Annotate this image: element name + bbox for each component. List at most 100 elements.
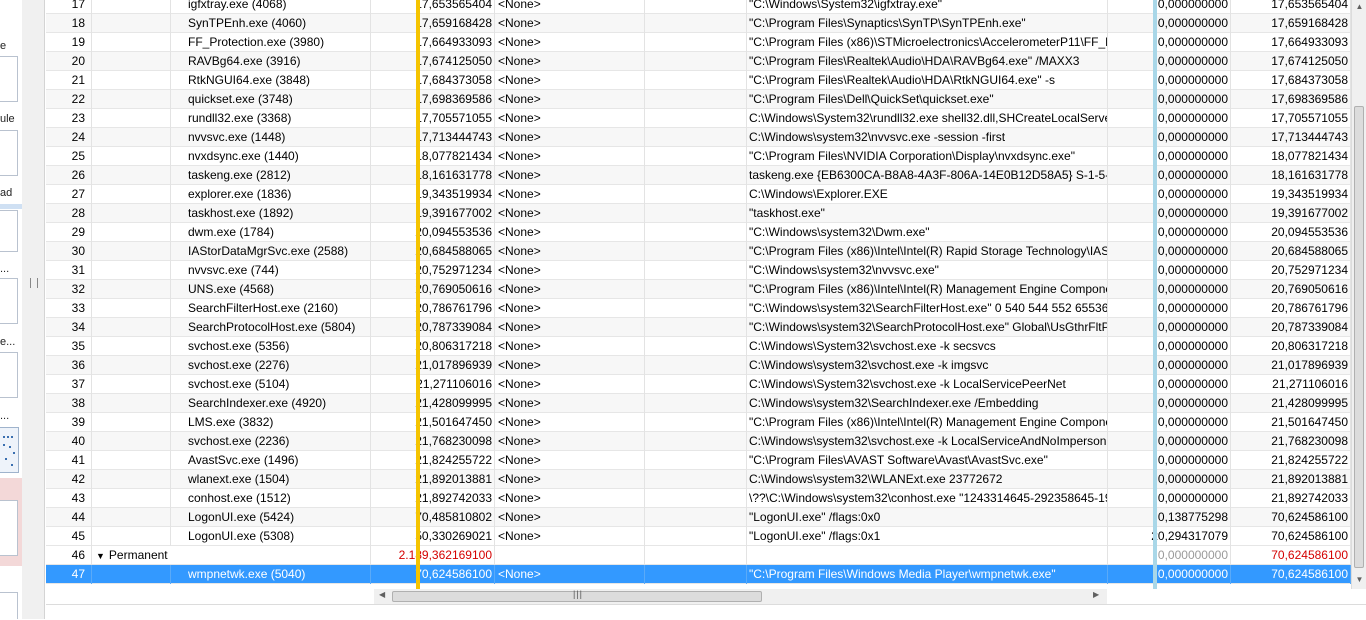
expander-triangle-icon[interactable]: ▼ [96,547,105,565]
horizontal-scrollbar[interactable]: ◀ ||| ▶ [374,589,1107,604]
process-table: 17 igfxtray.exe (4068) 17,653565404 <None> "… [46,0,1351,589]
left-pane-field [0,500,18,556]
duration-value: 0,000000000 [1113,204,1231,223]
process-name: FF_Protection.exe (3980) [171,33,371,52]
left-pane-field[interactable] [0,278,18,324]
tree-cell [92,0,171,14]
empty-cell [645,546,747,565]
horizontal-scroll-thumb[interactable]: ||| [392,589,762,602]
row-number: 17 [46,0,92,14]
scroll-right-icon[interactable]: ▶ [1093,590,1099,599]
column-divider-bar[interactable] [1153,0,1157,589]
user-name: <None> [495,413,645,432]
command-line: C:\Windows\system32\svchost.exe -k imgsv… [747,356,1108,375]
start-time: 17,674125050 [374,52,495,71]
start-time: 70,485810802 [374,508,495,527]
duration-value: 0,000000000 [1113,71,1231,90]
empty-cell [645,128,747,147]
tree-cell [92,185,171,204]
row-number: 41 [46,451,92,470]
start-time: 20,752971234 [374,261,495,280]
start-time: 21,271106016 [374,375,495,394]
process-name: explorer.exe (1836) [171,185,371,204]
user-name: <None> [495,489,645,508]
scroll-down-icon[interactable]: ▼ [1352,575,1366,584]
process-name: taskhost.exe (1892) [171,204,371,223]
vertical-scrollbar[interactable]: ▲ ▼ [1351,0,1366,589]
user-name: <None> [495,394,645,413]
end-time: 21,892742033 [1231,489,1351,508]
start-time: 17,653565404 [374,0,495,14]
command-line: "C:\Program Files\Realtek\Audio\HDA\RtkN… [747,71,1108,90]
empty-cell [645,337,747,356]
process-name: UNS.exe (4568) [171,280,371,299]
user-name: <None> [495,14,645,33]
command-line: C:\Windows\System32\svchost.exe -k Local… [747,375,1108,394]
start-time: 2.189,362169100 [374,546,495,565]
process-name: IAStorDataMgrSvc.exe (2588) [171,242,371,261]
tree-cell [92,508,171,527]
tree-cell [92,128,171,147]
duration-value: 20,294317079 [1113,527,1231,546]
process-name: svchost.exe (2276) [171,356,371,375]
tree-cell [92,337,171,356]
duration-value: 0,000000000 [1113,413,1231,432]
row-number: 33 [46,299,92,318]
end-time: 70,624586100 [1231,508,1351,527]
row-number: 45 [46,527,92,546]
process-name: quickset.exe (3748) [171,90,371,109]
command-line: "C:\Program Files (x86)\Intel\Intel(R) R… [747,242,1108,261]
start-time: 20,786761796 [374,299,495,318]
process-name: rundll32.exe (3368) [171,109,371,128]
user-name: <None> [495,356,645,375]
user-name: <None> [495,0,645,14]
end-time: 17,684373058 [1231,71,1351,90]
user-name: <None> [495,527,645,546]
empty-cell [645,375,747,394]
row-number: 44 [46,508,92,527]
end-time: 19,343519934 [1231,185,1351,204]
end-time: 21,271106016 [1231,375,1351,394]
left-pane: e ule ad ... e... ... [0,0,23,619]
user-name: <None> [495,508,645,527]
duration-value: 0,000000000 [1113,0,1231,14]
tree-cell [92,489,171,508]
duration-value: 0,000000000 [1113,318,1231,337]
user-name: <None> [495,128,645,147]
left-pane-field[interactable] [0,130,18,176]
command-line: "C:\Program Files\Dell\QuickSet\quickset… [747,90,1108,109]
user-name: <None> [495,242,645,261]
empty-cell [645,33,747,52]
start-time: 20,094553536 [374,223,495,242]
left-pane-label: ule [0,113,15,125]
scroll-up-icon[interactable]: ▲ [1352,2,1366,11]
start-time: 70,624586100 [374,565,495,584]
end-time: 70,624586100 [1231,527,1351,546]
row-number: 24 [46,128,92,147]
command-line: "LogonUI.exe" /flags:0x0 [747,508,1108,527]
end-time: 21,501647450 [1231,413,1351,432]
left-pane-alert-zone [0,478,22,566]
process-name: SearchFilterHost.exe (2160) [171,299,371,318]
empty-cell [645,147,747,166]
left-pane-field[interactable] [0,210,18,252]
pane-splitter[interactable] [22,0,45,619]
empty-cell [747,546,1108,565]
end-time: 21,428099995 [1231,394,1351,413]
duration-value: 0,000000000 [1113,470,1231,489]
start-time: 17,664933093 [374,33,495,52]
start-time: 17,705571055 [374,109,495,128]
left-pane-field[interactable] [0,56,18,102]
user-name: <None> [495,280,645,299]
process-name: SearchIndexer.exe (4920) [171,394,371,413]
command-line: C:\Windows\system32\SearchIndexer.exe /E… [747,394,1108,413]
scroll-left-icon[interactable]: ◀ [379,590,385,599]
row-number: 28 [46,204,92,223]
duration-value: 0,000000000 [1113,14,1231,33]
vertical-scroll-thumb[interactable] [1354,106,1364,568]
user-name: <None> [495,432,645,451]
left-pane-field[interactable] [0,352,18,398]
start-time: 20,806317218 [374,337,495,356]
tree-cell [92,527,171,546]
tree-cell[interactable]: ▼ Permanent [92,546,292,565]
